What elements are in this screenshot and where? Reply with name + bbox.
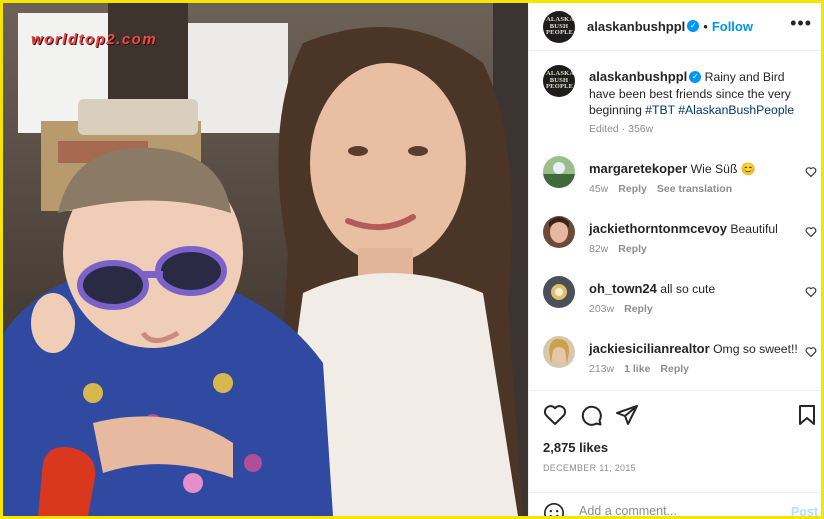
comment-username[interactable]: jackiethorntonmcevoy <box>589 221 727 236</box>
comment-time: 213w <box>589 363 615 375</box>
reply-button[interactable]: Reply <box>660 363 689 375</box>
commenter-avatar-image <box>543 156 575 188</box>
save-bookmark-icon[interactable] <box>795 403 819 427</box>
comment-like-heart-icon[interactable] <box>805 166 817 178</box>
likes-count[interactable]: 2,875 likes <box>543 440 608 455</box>
post-actions: 2,875 likes DECEMBER 11, 2015 Post <box>529 390 821 516</box>
reply-button[interactable]: Reply <box>618 243 647 255</box>
post-comment-button[interactable]: Post <box>791 505 818 516</box>
comment-meta: 213w 1 like Reply <box>589 363 699 375</box>
instagram-post-frame: worldtop2.com ALASKAN BUSH PEOPLE alaska… <box>3 3 821 516</box>
header-author-line: alaskanbushppl ✓ • Follow <box>587 18 753 36</box>
reply-button[interactable]: Reply <box>624 303 653 315</box>
commenter-avatar[interactable] <box>543 216 575 248</box>
comment-username[interactable]: jackiesicilianrealtor <box>589 341 710 356</box>
comment-likes-count[interactable]: 1 like <box>624 363 650 375</box>
comment-meta: 203w Reply <box>589 303 663 315</box>
commenter-avatar[interactable] <box>543 156 575 188</box>
post-header: ALASKAN BUSH PEOPLE alaskanbushppl✓• Foll… <box>529 3 821 51</box>
author-avatar[interactable]: ALASKAN BUSH PEOPLE <box>543 11 575 43</box>
add-comment-bar: Post <box>529 492 821 516</box>
comment-text-line: oh_town24 all so cute <box>589 281 789 296</box>
commenter-avatar-image <box>543 216 575 248</box>
watermark-text: worldtop2.com <box>31 31 158 48</box>
comment-item: jackiethorntonmcevoy Beautiful 82w Reply <box>543 216 817 260</box>
commenter-avatar-image <box>543 336 575 368</box>
comment-like-heart-icon[interactable] <box>805 286 817 298</box>
comment-body: Wie Süß 😊 <box>690 162 756 176</box>
comment-text-line: margaretekoper Wie Süß 😊 <box>589 161 789 176</box>
comment-item: margaretekoper Wie Süß 😊 45w Reply See tra… <box>543 156 817 200</box>
post-date: DECEMBER 11, 2015 <box>543 463 636 473</box>
comment-item: oh_town24 all so cute 203w Reply <box>543 276 817 320</box>
more-options-icon[interactable]: ••• <box>790 13 812 34</box>
caption-hashtags[interactable]: #TBT #AlaskanBushPeople <box>645 103 794 117</box>
like-heart-icon[interactable] <box>543 403 567 427</box>
post-side-panel: ALASKAN BUSH PEOPLE alaskanbushppl✓•Foll… <box>528 3 821 516</box>
commenter-avatar-image <box>543 276 575 308</box>
author-username[interactable]: alaskanbushppl <box>587 19 685 34</box>
comment-time: 203w <box>589 303 615 315</box>
comment-input[interactable] <box>579 504 759 516</box>
comment-body: Beautiful <box>730 222 778 236</box>
commenter-avatar[interactable] <box>543 276 575 308</box>
comment-bubble-icon[interactable] <box>579 403 603 427</box>
follow-button[interactable]: Follow <box>712 19 753 34</box>
share-send-icon[interactable] <box>615 403 639 427</box>
comment-body: Omg so sweet!! <box>713 342 798 356</box>
comment-body: all so cute <box>660 282 716 296</box>
caption-avatar-logo-text: ALASKAN BUSH PEOPLE <box>546 70 575 91</box>
caption-username[interactable]: alaskanbushppl <box>589 69 687 84</box>
comment-time: 45w <box>589 183 609 195</box>
comment-time: 82w <box>589 243 609 255</box>
emoji-smiley-icon[interactable] <box>543 502 565 516</box>
comment-item: jackiesicilianrealtor Omg so sweet!! 213… <box>543 336 817 380</box>
see-translation-link[interactable]: See translation <box>657 183 732 195</box>
commenter-avatar[interactable] <box>543 336 575 368</box>
verified-badge-icon: ✓ <box>687 19 700 32</box>
comment-meta: 45w Reply See translation <box>589 183 742 195</box>
post-photo[interactable]: worldtop2.com <box>3 3 528 516</box>
comment-text-line: jackiethorntonmcevoy Beautiful <box>589 221 789 236</box>
photo-illustration <box>3 3 528 516</box>
dot-separator: • <box>703 19 708 34</box>
caption-meta: Edited · 356w <box>589 123 654 135</box>
comment-like-heart-icon[interactable] <box>805 226 817 238</box>
caption-author-avatar[interactable]: ALASKAN BUSH PEOPLE <box>543 65 575 97</box>
caption-verified-badge-icon: ✓ <box>689 70 702 83</box>
reply-button[interactable]: Reply <box>618 183 647 195</box>
comment-like-heart-icon[interactable] <box>805 346 817 358</box>
comment-username[interactable]: oh_town24 <box>589 281 657 296</box>
caption-text: alaskanbushppl ✓ Rainy and Bird have been… <box>589 69 807 119</box>
comment-meta: 82w Reply <box>589 243 657 255</box>
comment-text-line: jackiesicilianrealtor Omg so sweet!! <box>589 341 798 356</box>
avatar-logo-text: ALASKAN BUSH PEOPLE <box>546 16 575 37</box>
comment-username[interactable]: margaretekoper <box>589 161 687 176</box>
